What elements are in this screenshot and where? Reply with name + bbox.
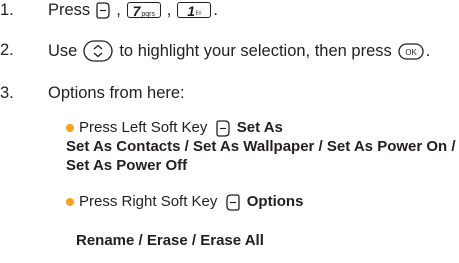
step-text: Use	[48, 42, 78, 60]
option-name: Set As	[236, 119, 283, 136]
key-1-icon: 1 ᴱᵒ	[177, 2, 212, 19]
step-text: Press	[48, 1, 91, 19]
right-softkey-option: Press Right Soft Key Options	[66, 192, 303, 211]
ok-label: OK	[405, 48, 417, 57]
option-prefix: Press Left Soft Key	[79, 119, 208, 136]
step-number: 2.	[0, 41, 14, 59]
left-softkey-icon	[96, 1, 110, 19]
key-7-icon: 7 pqrs	[126, 2, 161, 19]
key-1-voicemail: ᴱᵒ	[196, 11, 202, 18]
step-number: 3.	[0, 84, 14, 102]
right-option-items: Rename / Erase / Erase All	[76, 232, 264, 249]
bullet	[66, 124, 74, 133]
step-body: Options from here:	[48, 83, 185, 103]
left-option-items-line-2: Set As Power Off	[66, 157, 188, 174]
navigation-key-icon	[83, 40, 113, 62]
manual-page: 1. Press , 7 pqrs , 1 ᴱᵒ . 2. Use to hig…	[0, 0, 459, 263]
key-7-letters: pqrs	[141, 11, 155, 18]
bullet	[66, 198, 74, 207]
ok-key-icon: OK	[398, 42, 424, 60]
key-7-main: 7	[132, 3, 141, 19]
left-softkey-icon	[215, 119, 230, 137]
separator: ,	[166, 1, 172, 19]
step-number: 1.	[0, 1, 14, 19]
key-1-main: 1	[187, 3, 196, 19]
right-softkey-icon	[225, 193, 240, 211]
period: .	[425, 42, 431, 60]
step-text: Options from here:	[48, 84, 185, 102]
option-name: Options	[246, 193, 304, 210]
separator: ,	[116, 1, 121, 19]
left-option-items-line-1: Set As Contacts / Set As Wallpaper / Set…	[66, 138, 456, 155]
step-body: Press , 7 pqrs , 1 ᴱᵒ .	[48, 0, 218, 20]
left-softkey-option: Press Left Soft Key Set As	[66, 118, 283, 137]
option-prefix: Press Right Soft Key	[79, 193, 218, 210]
step-text: to highlight your selection, then press	[119, 42, 392, 60]
step-body: Use to highlight your selection, then pr…	[48, 40, 430, 62]
period: .	[213, 1, 218, 19]
